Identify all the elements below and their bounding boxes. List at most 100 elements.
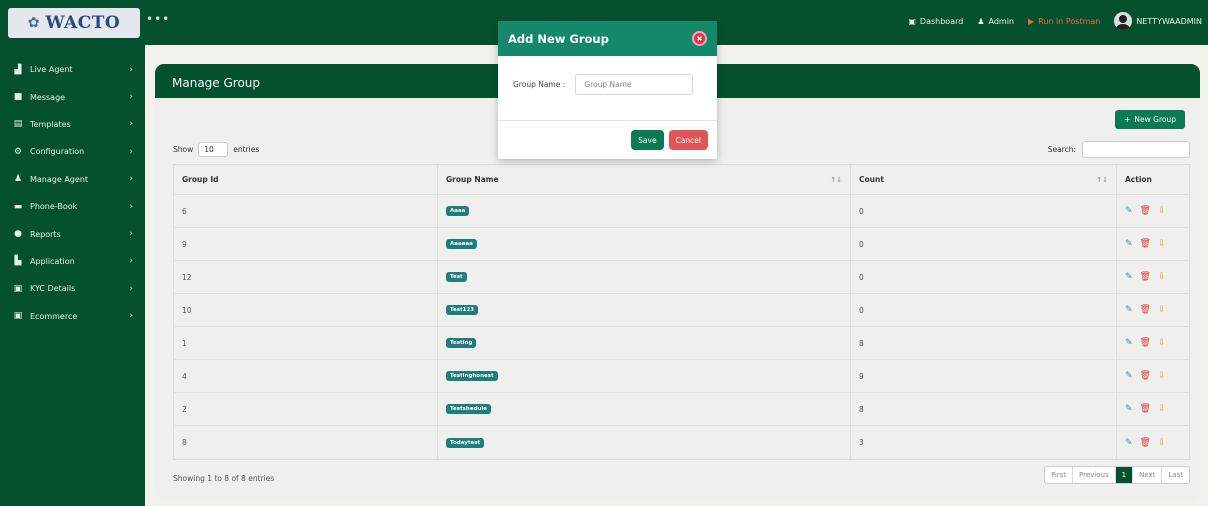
dashboard-link[interactable]: ▣ Dashboard [908, 17, 963, 26]
count-cell: 0 [851, 195, 1117, 227]
phonebook-icon: ▬ [13, 201, 23, 212]
sidebar-item-ecommerce[interactable]: ▣ Ecommerce › [0, 303, 145, 330]
header-group-name[interactable]: Group Name ↑↓ [438, 165, 851, 194]
add-group-modal: Add New Group ✖ Group Name : Save Cancel [498, 21, 717, 159]
sort-icon: ↑↓ [830, 175, 842, 184]
new-group-button[interactable]: + New Group [1115, 110, 1185, 129]
sidebar-item-phone-book[interactable]: ▬ Phone-Book › [0, 193, 145, 220]
group-id-cell: 9 [174, 228, 438, 260]
plus-icon: + [1124, 115, 1131, 124]
pagination-page[interactable]: 1 [1115, 467, 1134, 483]
group-name-cell: Test123 [438, 294, 851, 326]
edit-icon[interactable]: ✎ [1125, 371, 1133, 381]
chevron-right-icon: › [129, 92, 133, 103]
modal-header: Add New Group ✖ [498, 21, 717, 56]
building-icon: ▟ [14, 64, 22, 75]
pagination-first[interactable]: First [1045, 467, 1074, 483]
chevron-right-icon: › [129, 146, 133, 157]
entries-select[interactable]: 10 [198, 142, 229, 157]
edit-icon[interactable]: ✎ [1125, 305, 1133, 315]
template-icon: ▤ [13, 119, 23, 130]
admin-link[interactable]: ♟ Admin [977, 17, 1014, 26]
download-icon[interactable]: ⇩ [1158, 206, 1166, 216]
table-info: Showing 1 to 8 of 8 entries [173, 474, 275, 483]
groups-table: Group Id Group Name ↑↓ Count ↑↓ Action 6 Aa… [173, 164, 1190, 460]
kyc-icon: ▣ [13, 283, 23, 294]
delete-icon[interactable]: 🗑 [1140, 239, 1151, 249]
edit-icon[interactable]: ✎ [1125, 206, 1133, 216]
group-name-cell: Testshedule [438, 393, 851, 425]
group-id-cell: 2 [174, 393, 438, 425]
download-icon[interactable]: ⇩ [1158, 338, 1166, 348]
delete-icon[interactable]: 🗑 [1140, 305, 1151, 315]
group-name-badge: Testing [446, 338, 477, 348]
sidebar-item-live-agent[interactable]: ▟ Live Agent › [0, 56, 145, 83]
group-name-input[interactable] [575, 74, 694, 95]
pagination-last[interactable]: Last [1162, 467, 1189, 483]
sidebar-item-manage-agent[interactable]: ♟ Manage Agent › [0, 166, 145, 193]
delete-icon[interactable]: 🗑 [1140, 338, 1151, 348]
edit-icon[interactable]: ✎ [1125, 404, 1133, 414]
chevron-right-icon: › [129, 201, 133, 212]
edit-icon[interactable]: ✎ [1125, 272, 1133, 282]
download-icon[interactable]: ⇩ [1158, 305, 1166, 315]
download-icon[interactable]: ⇩ [1158, 239, 1166, 249]
sort-icon: ↑↓ [1096, 175, 1108, 184]
sidebar-item-kyc-details[interactable]: ▣ KYC Details › [0, 275, 145, 302]
action-cell: ✎ 🗑 ⇩ [1117, 294, 1189, 326]
action-cell: ✎ 🗑 ⇩ [1117, 195, 1189, 227]
message-icon: ■ [13, 92, 23, 103]
action-cell: ✎ 🗑 ⇩ [1117, 327, 1189, 359]
postman-link[interactable]: ▶ Run in Postman [1028, 17, 1100, 26]
sidebar-item-templates[interactable]: ▤ Templates › [0, 111, 145, 138]
edit-icon[interactable]: ✎ [1125, 239, 1133, 249]
header-count[interactable]: Count ↑↓ [851, 165, 1117, 194]
edit-icon[interactable]: ✎ [1125, 438, 1133, 448]
group-id-cell: 6 [174, 195, 438, 227]
download-icon[interactable]: ⇩ [1158, 371, 1166, 381]
group-id-cell: 1 [174, 327, 438, 359]
sidebar-item-reports[interactable]: ● Reports › [0, 220, 145, 247]
more-dots-icon[interactable]: ••• [146, 12, 170, 26]
delete-icon[interactable]: 🗑 [1140, 371, 1151, 381]
application-icon: ▙ [14, 256, 22, 267]
logo[interactable]: ✿ WACTO [8, 8, 140, 38]
table-row: 2 Testshedule 8 ✎ 🗑 ⇩ [174, 393, 1189, 426]
group-name-badge: Testshedule [446, 404, 492, 414]
modal-actions: Save Cancel [631, 130, 708, 150]
sidebar-item-configuration[interactable]: ⚙ Configuration › [0, 138, 145, 165]
user-menu[interactable]: NETTYWAADMIN [1114, 12, 1202, 30]
delete-icon[interactable]: 🗑 [1140, 206, 1151, 216]
group-name-cell: Todaytest [438, 426, 851, 459]
download-icon[interactable]: ⇩ [1158, 272, 1166, 282]
top-nav: ▣ Dashboard ♟ Admin ▶ Run in Postman NETTYW… [908, 12, 1202, 30]
edit-icon[interactable]: ✎ [1125, 338, 1133, 348]
save-button[interactable]: Save [631, 130, 664, 150]
group-name-cell: Testing [438, 327, 851, 359]
chevron-right-icon: › [129, 283, 133, 294]
table-row: 10 Test123 0 ✎ 🗑 ⇩ [174, 294, 1189, 327]
delete-icon[interactable]: 🗑 [1140, 272, 1151, 282]
divider [498, 120, 717, 121]
close-icon[interactable]: ✖ [692, 31, 707, 46]
sidebar-item-message[interactable]: ■ Message › [0, 83, 145, 110]
header-action: Action [1125, 175, 1152, 184]
download-icon[interactable]: ⇩ [1158, 404, 1166, 414]
header-group-id[interactable]: Group Id [174, 165, 438, 194]
pagination-previous[interactable]: Previous [1073, 467, 1116, 483]
gears-icon: ⚙ [13, 146, 23, 157]
table-row: 9 Aaaaaa 0 ✎ 🗑 ⇩ [174, 228, 1189, 261]
cancel-button[interactable]: Cancel [668, 130, 708, 150]
group-name-badge: Testinghonest [446, 371, 498, 381]
logo-text: WACTO [45, 13, 121, 33]
logo-mark-icon: ✿ [27, 15, 40, 31]
search-input[interactable] [1082, 141, 1190, 158]
delete-icon[interactable]: 🗑 [1140, 438, 1151, 448]
search: Search: [1048, 141, 1190, 158]
download-icon[interactable]: ⇩ [1158, 438, 1166, 448]
delete-icon[interactable]: 🗑 [1140, 404, 1151, 414]
sidebar-item-application[interactable]: ▙ Application › [0, 248, 145, 275]
table-row: 1 Testing 8 ✎ 🗑 ⇩ [174, 327, 1189, 360]
group-name-badge: Todaytest [446, 437, 485, 448]
pagination-next[interactable]: Next [1133, 467, 1163, 483]
